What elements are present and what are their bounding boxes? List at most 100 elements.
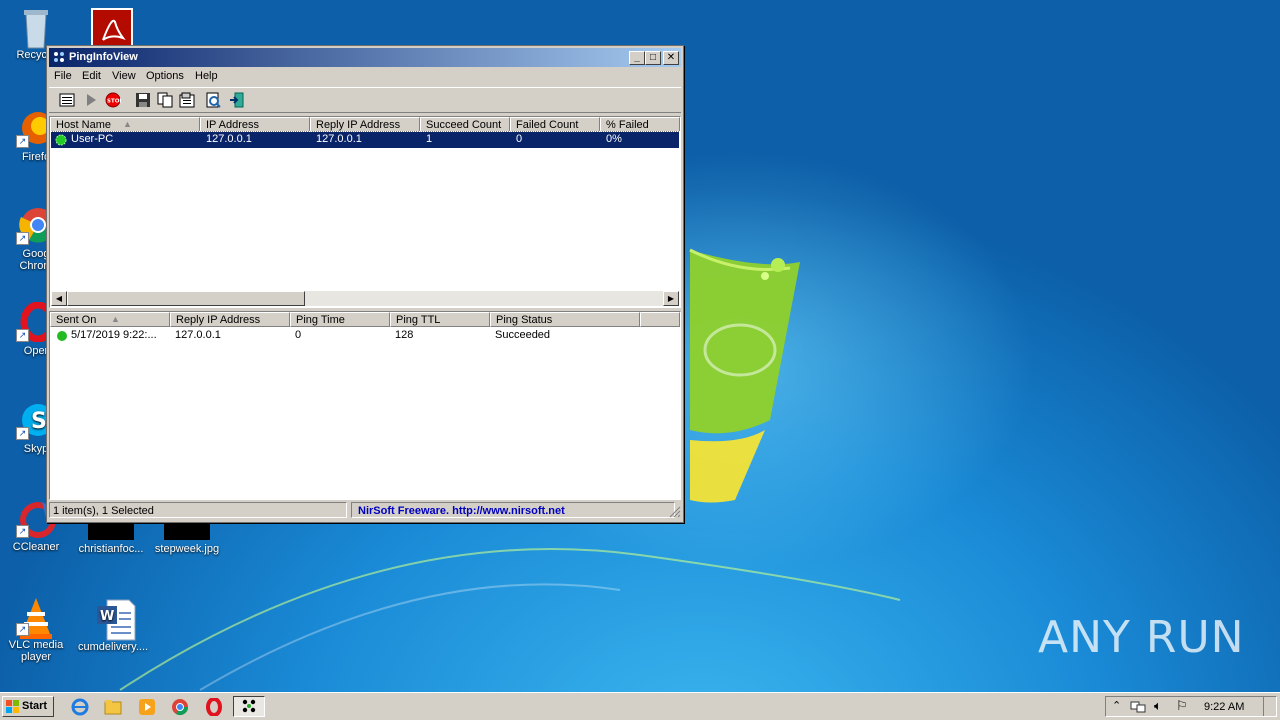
desktop-icon-christianfoc[interactable]: christianfoc... <box>76 520 146 555</box>
desktop-icon-stepweek[interactable]: stepweek.jpg <box>152 520 222 555</box>
shortcut-arrow-icon: ↗ <box>16 135 29 148</box>
svg-text:S: S <box>31 409 47 434</box>
column-header-ip-address[interactable]: IP Address <box>200 117 310 132</box>
volume-icon[interactable]: 🔈︎ <box>1154 698 1162 714</box>
svg-text:STOP: STOP <box>107 99 121 105</box>
shortcut-arrow-icon: ↗ <box>16 525 29 538</box>
column-header-ping-time[interactable]: Ping Time <box>290 312 390 327</box>
save-icon[interactable] <box>135 92 151 108</box>
header-label: Sent On <box>56 314 97 326</box>
html-report-icon[interactable] <box>205 92 221 108</box>
resize-grip-icon[interactable] <box>669 506 681 518</box>
file-icon <box>88 520 134 540</box>
desktop-icon-label: stepweek.jpg <box>154 543 220 555</box>
column-header-host-name[interactable]: Host Name ▲ <box>50 117 200 132</box>
sort-arrow-icon: ▲ <box>111 314 120 324</box>
chrome-taskbar-icon[interactable] <box>171 698 189 716</box>
pinginfoview-taskbar-button[interactable] <box>233 696 265 717</box>
ping-history-list[interactable]: Sent On ▲ Reply IP Address Ping Time Ping… <box>49 311 681 500</box>
table-row[interactable]: User-PC 127.0.0.1 127.0.0.1 1 0 0% <box>50 131 680 149</box>
taskbar: Start ⌃ 🔈︎ ⚐ 9:22 AM <box>0 692 1280 720</box>
word-doc-icon: W <box>93 598 136 641</box>
header-label: Host Name <box>56 119 112 131</box>
shortcut-arrow-icon: ↗ <box>16 427 29 440</box>
close-button[interactable]: ✕ <box>663 51 679 65</box>
pinginfoview-icon <box>242 699 256 713</box>
status-item-count: 1 item(s), 1 Selected <box>49 502 347 518</box>
cell-host: User-PC <box>71 133 114 145</box>
clock[interactable]: 9:22 AM <box>1204 701 1244 713</box>
cell-failed: 0 <box>516 133 523 145</box>
column-header-ping-ttl[interactable]: Ping TTL <box>390 312 490 327</box>
options-list-icon[interactable] <box>59 92 75 108</box>
column-header-sent-on[interactable]: Sent On ▲ <box>50 312 170 327</box>
pinginfoview-window[interactable]: PingInfoView _ □ ✕ File Edit View Option… <box>46 45 684 523</box>
show-hidden-icons-icon[interactable]: ⌃ <box>1112 699 1121 712</box>
minimize-button[interactable]: _ <box>629 51 645 65</box>
acrobat-icon <box>91 8 133 48</box>
properties-icon[interactable] <box>179 92 195 108</box>
horizontal-scrollbar[interactable]: ◀ ▶ <box>51 291 679 306</box>
cell-reply-ip: 127.0.0.1 <box>175 329 221 341</box>
menu-view[interactable]: View <box>112 70 136 82</box>
opera-taskbar-icon[interactable] <box>205 698 223 716</box>
column-header-succeed-count[interactable]: Succeed Count <box>420 117 510 132</box>
media-player-icon[interactable] <box>138 698 156 716</box>
success-dot-icon <box>57 331 67 341</box>
copy-icon[interactable] <box>157 92 173 108</box>
image-file-icon <box>164 520 210 540</box>
cell-ip: 127.0.0.1 <box>206 133 252 145</box>
cell-sent-on: 5/17/2019 9:22:... <box>71 329 157 341</box>
start-ping-icon[interactable] <box>83 92 99 108</box>
vlc-icon: ↗ <box>16 596 56 639</box>
desktop-icon-label: VLC media player <box>8 639 64 663</box>
desktop-icon-cumdelivery[interactable]: W cumdelivery.... <box>78 598 148 653</box>
menu-options[interactable]: Options <box>146 70 184 82</box>
menu-help[interactable]: Help <box>195 70 218 82</box>
menu-edit[interactable]: Edit <box>82 70 101 82</box>
svg-text:W: W <box>100 609 114 624</box>
status-nirsoft-link[interactable]: NirSoft Freeware. http://www.nirsoft.net <box>351 502 675 518</box>
cell-ping-ttl: 128 <box>395 329 414 341</box>
recycle-bin-icon <box>16 6 56 49</box>
show-desktop-button[interactable] <box>1263 697 1276 716</box>
desktop-icon-label: christianfoc... <box>78 543 144 555</box>
start-label: Start <box>22 700 48 712</box>
scroll-thumb[interactable] <box>67 291 305 306</box>
stop-icon[interactable]: STOP <box>105 92 121 108</box>
column-header-failed-count[interactable]: Failed Count <box>510 117 600 132</box>
shortcut-arrow-icon: ↗ <box>16 623 29 636</box>
scroll-left-button[interactable]: ◀ <box>51 291 67 306</box>
menu-file[interactable]: File <box>54 70 72 82</box>
network-icon[interactable] <box>1130 699 1146 715</box>
windows-flag-icon <box>6 700 19 713</box>
cell-ping-time: 0 <box>295 329 302 341</box>
column-header-reply-ip[interactable]: Reply IP Address <box>310 117 420 132</box>
desktop-icon-label: cumdelivery.... <box>78 641 149 653</box>
cell-reply-ip: 127.0.0.1 <box>316 133 362 145</box>
cell-ping-status: Succeeded <box>495 329 551 341</box>
column-header-ping-status[interactable]: Ping Status <box>490 312 640 327</box>
internet-explorer-icon[interactable] <box>71 698 89 716</box>
column-header-pct-failed[interactable]: % Failed <box>600 117 680 132</box>
cell-pct-failed: 0% <box>606 133 622 145</box>
action-center-flag-icon[interactable]: ⚐ <box>1176 698 1188 714</box>
cell-succeed: 1 <box>426 133 433 145</box>
desktop-icon-vlc[interactable]: ↗ VLC media player <box>4 596 68 663</box>
hosts-list[interactable]: Host Name ▲ IP Address Reply IP Address S… <box>49 116 681 308</box>
scroll-right-button[interactable]: ▶ <box>663 291 679 306</box>
column-header-blank <box>640 312 680 327</box>
app-icon <box>54 52 64 62</box>
status-bar: 1 item(s), 1 Selected NirSoft Freeware. … <box>49 502 681 520</box>
start-button[interactable]: Start <box>2 696 54 717</box>
menu-bar: File Edit View Options Help <box>49 68 681 86</box>
explorer-folder-icon[interactable] <box>104 698 122 716</box>
column-header-reply-ip[interactable]: Reply IP Address <box>170 312 290 327</box>
table-row[interactable]: 5/17/2019 9:22:... 127.0.0.1 0 128 Succe… <box>51 328 679 344</box>
maximize-button[interactable]: □ <box>645 51 661 65</box>
shortcut-arrow-icon: ↗ <box>16 329 29 342</box>
exit-icon[interactable] <box>229 92 245 108</box>
title-bar[interactable]: PingInfoView _ □ ✕ <box>49 48 681 67</box>
sort-arrow-icon: ▲ <box>123 119 132 129</box>
window-title: PingInfoView <box>69 51 138 63</box>
